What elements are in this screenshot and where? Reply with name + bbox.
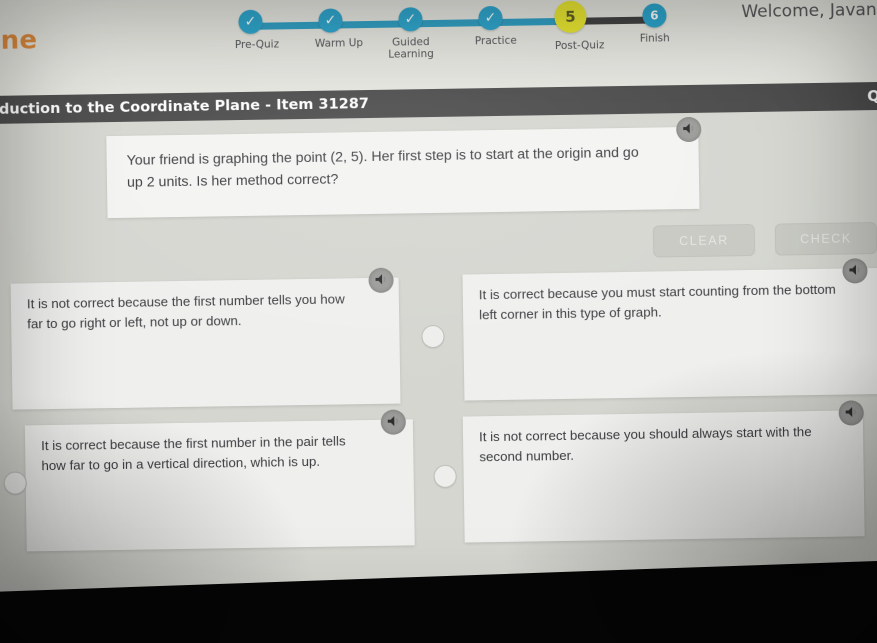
screen-content: gine Welcome, Javann ✓ Pre-Quiz ✓ Warm U… [0,0,877,604]
answer-option-b[interactable]: It is correct because you must start cou… [462,267,877,401]
welcome-message: Welcome, Javann [741,0,877,23]
check-icon: ✓ [484,9,497,27]
answer-option-c[interactable]: It is correct because the first number i… [24,419,415,552]
lesson-title: roduction to the Coordinate Plane - Item… [0,95,370,119]
stepper-step-warm-up[interactable]: ✓ Warm Up [314,8,364,50]
check-icon: ✓ [404,11,417,28]
quit-button[interactable]: Qu [867,87,877,105]
question-card: Your friend is graphing the point (2, 5)… [106,126,700,219]
stepper-label-2: Warm Up [314,37,364,50]
stepper-label-5: Post-Quiz [554,39,605,53]
photo-of-screen: gine Welcome, Javann ✓ Pre-Quiz ✓ Warm U… [0,0,877,643]
progress-stepper: ✓ Pre-Quiz ✓ Warm Up ✓ Guided Learning ✓… [226,0,677,80]
stepper-label-6: Finish [639,32,670,45]
app-header: gine Welcome, Javann ✓ Pre-Quiz ✓ Warm U… [0,0,877,96]
answer-radio-c[interactable] [3,471,27,495]
answer-option-d[interactable]: It is not correct because you should alw… [462,410,865,543]
stepper-label-1: Pre-Quiz [234,38,280,52]
clear-button[interactable]: CLEAR [652,223,756,258]
check-button[interactable]: CHECK [774,222,877,256]
stepper-step-finish[interactable]: 6 Finish [638,3,671,45]
stepper-bubble-4: ✓ [478,5,503,31]
stepper-label-3: Guided Learning [388,36,434,61]
stepper-step-post-quiz[interactable]: 5 Post-Quiz [554,0,605,53]
answer-radio-d[interactable] [433,464,457,489]
app-logo: gine [0,25,38,57]
stepper-bubble-6: 6 [642,3,667,28]
stepper-step-practice[interactable]: ✓ Practice [474,5,517,48]
stepper-step-pre-quiz[interactable]: ✓ Pre-Quiz [234,9,280,52]
stepper-bubble-3: ✓ [398,7,423,32]
question-text: Your friend is graphing the point (2, 5)… [126,144,639,191]
check-icon: ✓ [324,12,337,29]
check-icon: ✓ [244,13,257,30]
stepper-bubble-2: ✓ [318,8,343,33]
action-buttons: CLEAR CHECK [652,222,877,258]
answer-option-b-text: It is correct because you must start cou… [478,281,836,323]
question-stage: Your friend is graphing the point (2, 5)… [0,109,877,604]
stepper-bubble-5: 5 [554,0,587,34]
stepper-bubble-1: ✓ [238,9,263,35]
answer-option-a-text: It is not correct because the first numb… [26,291,345,332]
stepper-label-4: Practice [474,34,517,48]
answer-option-c-text: It is correct because the first number i… [41,433,346,474]
stepper-step-guided-learning[interactable]: ✓ Guided Learning [388,7,434,60]
answer-option-a[interactable]: It is not correct because the first numb… [10,277,401,410]
answer-option-d-text: It is not correct because you should alw… [478,424,812,465]
answer-radio-a[interactable] [421,324,445,349]
